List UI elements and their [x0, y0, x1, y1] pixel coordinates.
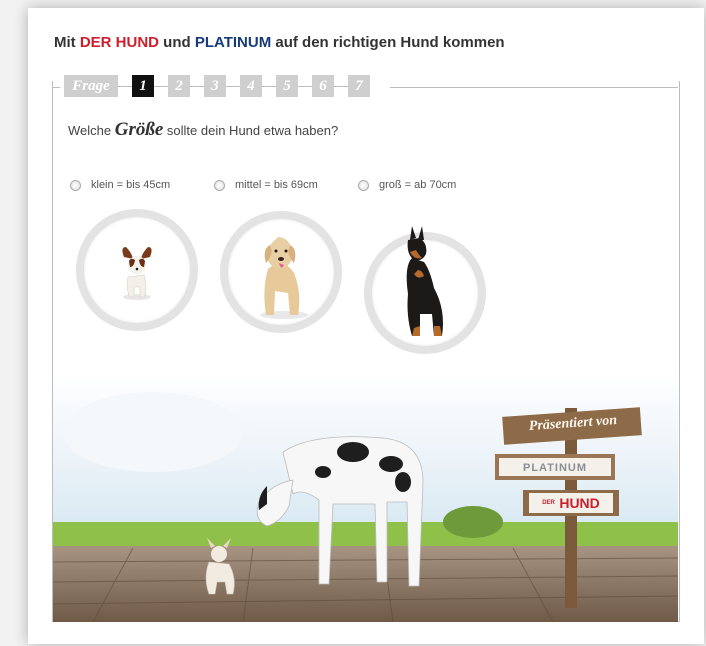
sign-platinum-text: PLATINUM	[522, 462, 587, 474]
quiz-card: Mit DER HUND und PLATINUM auf den richti…	[28, 8, 704, 644]
option-small[interactable]: klein = bis 45cm	[70, 179, 170, 191]
brand-platinum: PLATINUM	[194, 34, 272, 51]
brand-der-hund: DER HUND	[79, 34, 159, 51]
question-accent-word: Größe	[114, 119, 164, 140]
page-title: Mit DER HUND und PLATINUM auf den richti…	[54, 34, 505, 51]
title-prefix: Mit	[54, 34, 80, 51]
step-7[interactable]: 7	[348, 75, 370, 97]
option-medium[interactable]: mittel = bis 69cm	[214, 179, 318, 191]
radio-medium[interactable]	[214, 179, 225, 191]
step-5[interactable]: 5	[276, 75, 312, 97]
step-3[interactable]: 3	[204, 75, 240, 97]
papillon-icon	[122, 247, 152, 300]
large-dog-image[interactable]	[364, 226, 486, 354]
question-prefix: Welche	[68, 123, 115, 138]
step-4[interactable]: 4	[240, 75, 276, 97]
medium-dog-image[interactable]	[220, 211, 342, 333]
option-large-radio-row[interactable]: groß = ab 70cm	[358, 179, 456, 191]
radio-small[interactable]	[70, 179, 81, 191]
step-2[interactable]: 2	[168, 75, 204, 97]
option-medium-label: mittel = bis 69cm	[235, 179, 318, 191]
radio-large[interactable]	[358, 179, 369, 191]
option-large-label: groß = ab 70cm	[379, 179, 457, 191]
option-medium-radio-row[interactable]: mittel = bis 69cm	[214, 179, 318, 191]
step-navigation: Frage 1 2 3 4 5 6 7	[60, 73, 390, 99]
title-mid: und	[159, 34, 195, 51]
step-6[interactable]: 6	[312, 75, 348, 97]
step-1[interactable]: 1	[132, 75, 168, 97]
labrador-icon	[260, 237, 308, 319]
title-suffix: auf den richtigen Hund kommen	[271, 34, 505, 51]
doberman-icon	[406, 226, 443, 336]
small-dog-image[interactable]	[76, 209, 198, 331]
hero-scene: Präsentiert von PLATINUM DER HUND	[53, 372, 678, 622]
question-suffix: sollte dein Hund etwa haben?	[163, 123, 339, 138]
sign-der-hund-plate: DER HUND	[529, 493, 613, 513]
option-small-radio-row[interactable]: klein = bis 45cm	[70, 179, 170, 191]
sign-platinum-plate: PLATINUM	[499, 458, 611, 476]
sign-der-hund-prefix: DER	[542, 500, 555, 506]
option-small-label: klein = bis 45cm	[91, 179, 171, 191]
option-large[interactable]: groß = ab 70cm	[358, 179, 456, 191]
step-frage-label: Frage	[64, 75, 132, 97]
sign-der-hund-logo: HUND	[559, 495, 600, 511]
question-text: Welche Größe sollte dein Hund etwa haben…	[68, 119, 338, 141]
